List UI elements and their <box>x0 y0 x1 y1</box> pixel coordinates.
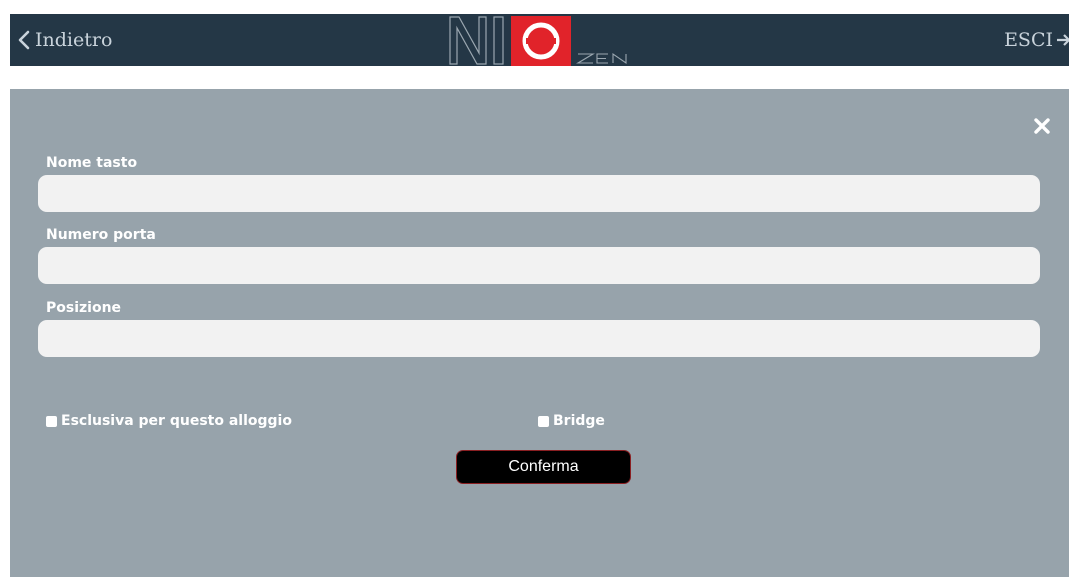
top-navigation-bar: Indietro ESCI <box>10 14 1069 66</box>
confirm-button[interactable]: Conferma <box>456 450 631 484</box>
back-label: Indietro <box>35 29 113 51</box>
checkbox-label-bridge: Bridge <box>553 413 605 429</box>
field-label-numero-porta: Numero porta <box>46 227 156 243</box>
back-button[interactable]: Indietro <box>18 26 112 54</box>
app-logo <box>449 16 627 66</box>
exit-button[interactable]: ESCI <box>1004 26 1069 54</box>
bridge-checkbox[interactable]: Bridge <box>538 413 605 429</box>
exit-icon <box>1057 34 1069 46</box>
numero-porta-input[interactable] <box>38 247 1040 284</box>
checkbox-box[interactable] <box>538 415 549 427</box>
nome-tasto-input[interactable] <box>38 175 1040 212</box>
checkbox-box[interactable] <box>46 415 57 427</box>
close-icon[interactable] <box>1033 117 1051 135</box>
chevron-left-icon <box>18 30 30 50</box>
exit-label: ESCI <box>1004 29 1053 51</box>
page-edge <box>0 0 10 577</box>
checkbox-label-esclusiva: Esclusiva per questo alloggio <box>61 413 292 429</box>
esclusiva-checkbox[interactable]: Esclusiva per questo alloggio <box>46 413 292 429</box>
field-label-posizione: Posizione <box>46 300 122 316</box>
add-button-form-dialog: Nome tasto Numero porta Posizione Esclus… <box>10 89 1069 577</box>
header-spacer <box>10 66 1069 89</box>
posizione-input[interactable] <box>38 320 1040 357</box>
field-label-nome-tasto: Nome tasto <box>46 155 138 171</box>
